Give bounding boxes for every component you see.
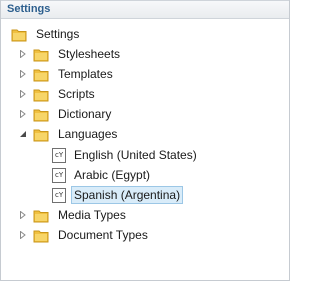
expand-arrow-icon[interactable] bbox=[19, 230, 27, 240]
tree-item-label: Templates bbox=[58, 67, 113, 81]
language-document-icon: cY bbox=[52, 147, 66, 163]
svg-text:cY: cY bbox=[55, 151, 64, 159]
tree-item-language-arabic[interactable]: cY Arabic (Egypt) bbox=[52, 165, 153, 185]
tree-item-label: English (United States) bbox=[74, 148, 197, 162]
settings-panel: Settings Settings Stylesheets Templates … bbox=[0, 0, 290, 281]
tree-item-label: Dictionary bbox=[58, 107, 112, 121]
tree-item-stylesheets[interactable]: Stylesheets bbox=[19, 44, 123, 64]
svg-text:cY: cY bbox=[55, 171, 64, 179]
panel-title: Settings bbox=[7, 3, 51, 15]
tree-item-languages[interactable]: Languages bbox=[19, 124, 120, 144]
folder-icon bbox=[11, 27, 27, 42]
tree-item-language-english[interactable]: cY English (United States) bbox=[52, 145, 200, 165]
folder-icon bbox=[33, 67, 49, 82]
folder-icon bbox=[33, 127, 49, 142]
tree-item-scripts[interactable]: Scripts bbox=[19, 84, 98, 104]
language-document-icon: cY bbox=[52, 187, 66, 203]
tree-item-document-types[interactable]: Document Types bbox=[19, 225, 151, 245]
tree-item-label: Arabic (Egypt) bbox=[74, 168, 151, 182]
folder-icon bbox=[33, 208, 49, 223]
language-document-icon: cY bbox=[52, 167, 66, 183]
panel-header: Settings bbox=[1, 0, 289, 19]
tree-item-label: Scripts bbox=[58, 87, 95, 101]
expand-arrow-icon[interactable] bbox=[19, 210, 27, 220]
folder-icon bbox=[33, 47, 49, 62]
folder-icon bbox=[33, 87, 49, 102]
svg-text:cY: cY bbox=[55, 191, 64, 199]
folder-icon bbox=[33, 228, 49, 243]
tree-item-label: Media Types bbox=[58, 208, 126, 222]
expand-arrow-icon[interactable] bbox=[19, 49, 27, 59]
expand-arrow-icon[interactable] bbox=[19, 89, 27, 99]
tree-item-label: Languages bbox=[58, 127, 118, 141]
tree-root-settings[interactable]: Settings bbox=[11, 24, 82, 44]
collapse-arrow-icon[interactable] bbox=[19, 129, 27, 139]
tree-item-templates[interactable]: Templates bbox=[19, 64, 116, 84]
expand-arrow-icon[interactable] bbox=[19, 69, 27, 79]
tree-item-dictionary[interactable]: Dictionary bbox=[19, 104, 114, 124]
folder-icon bbox=[33, 107, 49, 122]
tree-item-label: Document Types bbox=[58, 228, 148, 242]
tree-item-media-types[interactable]: Media Types bbox=[19, 205, 129, 225]
tree-item-label: Spanish (Argentina) bbox=[71, 186, 184, 204]
expand-arrow-icon[interactable] bbox=[19, 109, 27, 119]
tree-item-language-spanish[interactable]: cY Spanish (Argentina) bbox=[52, 185, 184, 205]
tree-item-label: Settings bbox=[36, 27, 80, 41]
tree-item-label: Stylesheets bbox=[58, 47, 121, 61]
